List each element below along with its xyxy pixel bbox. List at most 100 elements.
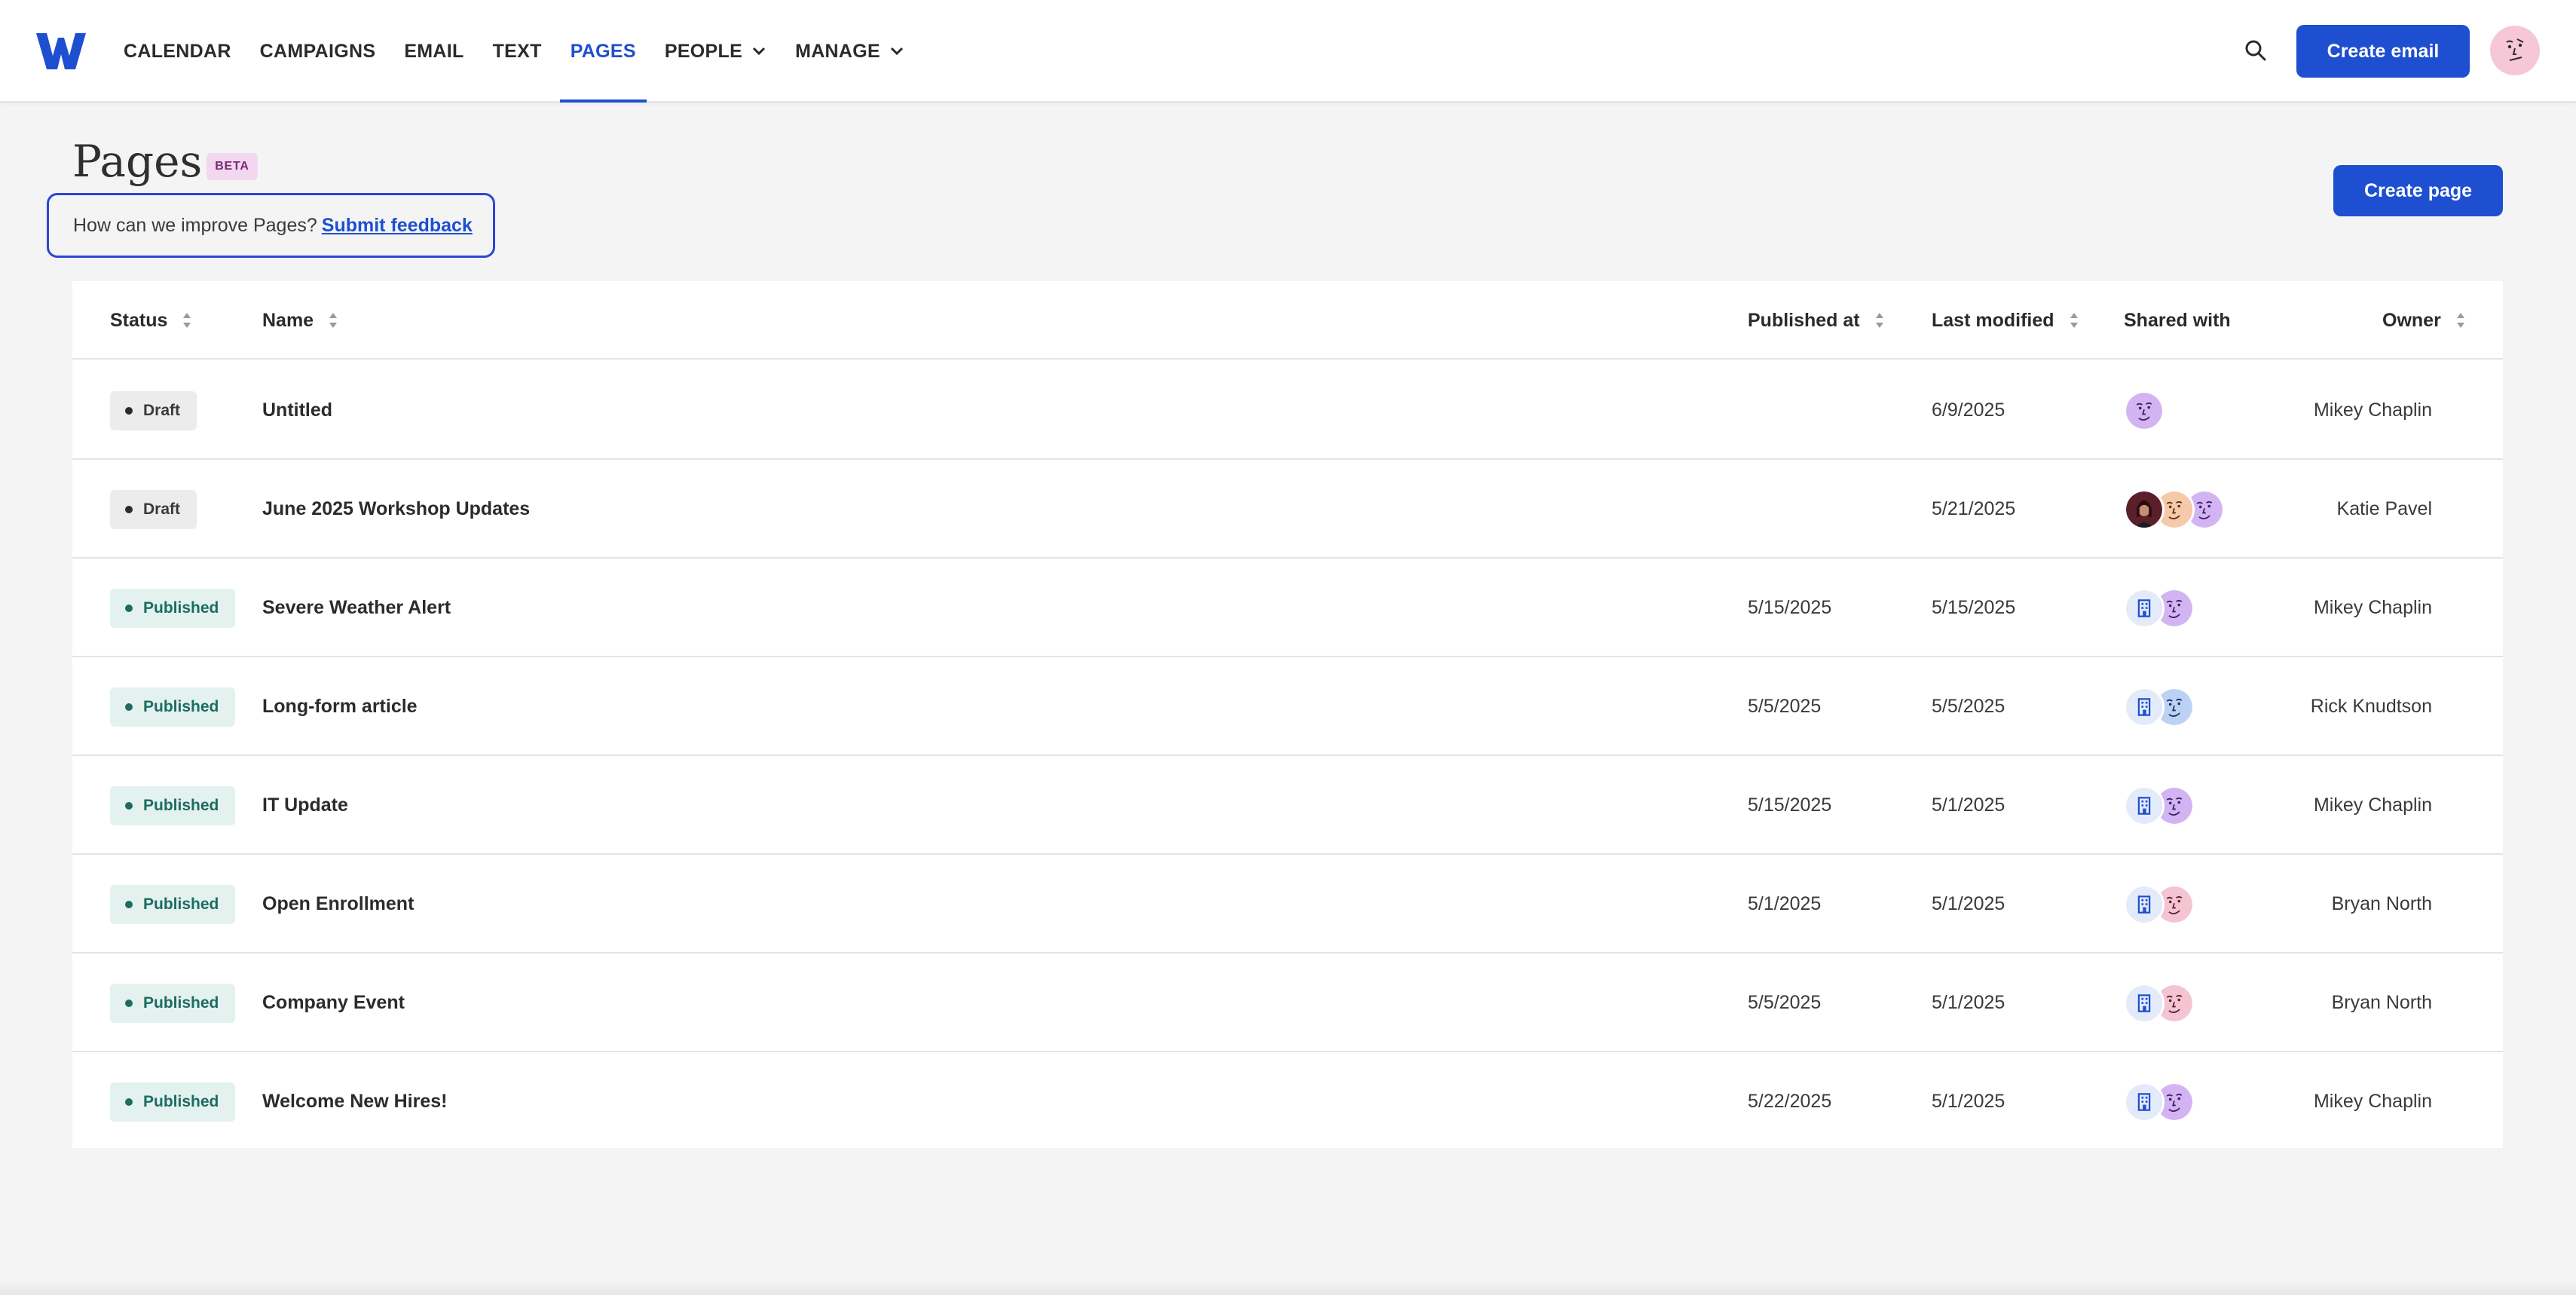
status-label: Published	[143, 697, 219, 715]
published-at: 5/1/2025	[1748, 893, 1822, 914]
last-modified: 5/21/2025	[1932, 498, 2016, 519]
status-label: Draft	[143, 401, 181, 419]
owner-name: Mikey Chaplin	[2313, 597, 2432, 618]
table-row[interactable]: Published Welcome New Hires! 5/22/2025 5/1/…	[72, 1052, 2503, 1151]
page-name[interactable]: Untitled	[262, 361, 332, 460]
status-badge: Published	[110, 785, 236, 825]
nav-item-pages[interactable]: PAGES	[559, 0, 647, 103]
building-icon[interactable]	[2124, 982, 2165, 1024]
status-cell: Published	[110, 954, 236, 1052]
avatar[interactable]	[2124, 488, 2165, 530]
page-name[interactable]: Open Enrollment	[262, 855, 414, 954]
page-name[interactable]: Long-form article	[262, 657, 418, 756]
beta-badge: BETA	[207, 153, 258, 180]
column-header-published-at[interactable]: Published at	[1748, 281, 1886, 360]
last-modified: 5/1/2025	[1932, 794, 2005, 816]
create-page-button[interactable]: Create page	[2333, 165, 2503, 216]
building-icon[interactable]	[2124, 785, 2165, 826]
pages-table: Status Name Published at Last modified S…	[72, 281, 2503, 1148]
avatar[interactable]	[2124, 390, 2165, 431]
column-header-status[interactable]: Status	[110, 281, 193, 360]
owner-name: Bryan North	[2331, 992, 2432, 1013]
top-navigation-bar: CALENDAR CAMPAIGNS EMAIL TEXT PAGES PEOPLE MAN…	[0, 0, 2576, 103]
status-dot-icon	[125, 999, 133, 1007]
nav-item-calendar[interactable]: CALENDAR	[124, 0, 231, 103]
status-dot-icon	[125, 505, 133, 513]
building-icon[interactable]	[2124, 587, 2165, 629]
published-at: 5/15/2025	[1748, 597, 1832, 618]
page-name[interactable]: Company Event	[262, 954, 405, 1052]
status-label: Published	[143, 895, 219, 913]
page-title: Pages	[72, 136, 203, 187]
status-badge: Draft	[110, 489, 197, 529]
workshop-logo[interactable]	[36, 33, 86, 69]
column-header-last-modified[interactable]: Last modified	[1932, 281, 2080, 360]
nav-item-label: EMAIL	[404, 40, 464, 62]
building-icon[interactable]	[2124, 1081, 2165, 1122]
search-icon[interactable]	[2243, 38, 2269, 63]
column-header-label: Owner	[2382, 309, 2441, 331]
nav-item-campaigns[interactable]: CAMPAIGNS	[260, 0, 376, 103]
status-dot-icon	[125, 604, 133, 612]
status-cell: Published	[110, 559, 236, 657]
footer-shadow	[0, 1280, 2576, 1295]
sort-icon[interactable]	[2068, 310, 2080, 331]
nav-item-label: MANAGE	[795, 40, 880, 62]
nav-item-email[interactable]: EMAIL	[404, 0, 463, 103]
last-modified: 6/9/2025	[1932, 400, 2005, 421]
table-row[interactable]: Published Company Event 5/5/2025 5/1/2025 Br…	[72, 954, 2503, 1052]
table-row[interactable]: Published IT Update 5/15/2025 5/1/2025 Mikey…	[72, 756, 2503, 855]
sort-icon[interactable]	[181, 310, 193, 331]
column-header-label: Status	[110, 309, 168, 331]
nav-item-label: PAGES	[570, 40, 636, 62]
published-at: 5/5/2025	[1748, 696, 1822, 717]
published-at: 5/22/2025	[1748, 1091, 1832, 1112]
owner-name: Katie Pavel	[2336, 498, 2432, 519]
building-icon[interactable]	[2124, 883, 2165, 925]
owner-name: Mikey Chaplin	[2313, 400, 2432, 421]
page-name[interactable]: IT Update	[262, 756, 348, 855]
table-row[interactable]: Draft Untitled 6/9/2025 Mikey Chaplin	[72, 361, 2503, 460]
owner-name: Bryan North	[2331, 893, 2432, 914]
building-icon[interactable]	[2124, 686, 2165, 727]
chevron-down-icon	[753, 47, 766, 56]
table-row[interactable]: Published Long-form article 5/5/2025 5/5/20…	[72, 657, 2503, 756]
create-email-button[interactable]: Create email	[2296, 25, 2470, 78]
nav-item-manage[interactable]: MANAGE	[795, 0, 904, 103]
last-modified: 5/1/2025	[1932, 893, 2005, 914]
shared-with	[2124, 657, 2195, 756]
shared-with	[2124, 855, 2195, 954]
owner-name: Mikey Chaplin	[2313, 794, 2432, 816]
status-badge: Draft	[110, 390, 197, 430]
column-header-name[interactable]: Name	[262, 281, 339, 360]
sort-icon[interactable]	[2455, 310, 2467, 331]
sort-icon[interactable]	[1874, 310, 1886, 331]
nav-item-people[interactable]: PEOPLE	[665, 0, 766, 103]
sort-icon[interactable]	[327, 310, 339, 331]
table-row[interactable]: Draft June 2025 Workshop Updates 5/21/2025…	[72, 460, 2503, 559]
table-row[interactable]: Published Severe Weather Alert 5/15/2025 5/…	[72, 559, 2503, 657]
status-label: Published	[143, 1092, 219, 1110]
status-badge: Published	[110, 588, 236, 628]
status-dot-icon	[125, 801, 133, 810]
column-header-label: Last modified	[1932, 309, 2054, 331]
status-cell: Published	[110, 855, 236, 954]
published-at: 5/5/2025	[1748, 992, 1822, 1013]
table-row[interactable]: Published Open Enrollment 5/1/2025 5/1/2025…	[72, 855, 2503, 954]
nav-item-text[interactable]: TEXT	[493, 0, 542, 103]
feedback-banner: How can we improve Pages? Submit feedbac…	[47, 193, 495, 258]
status-label: Published	[143, 599, 219, 617]
nav-item-label: PEOPLE	[664, 40, 743, 62]
page-name[interactable]: Welcome New Hires!	[262, 1052, 447, 1151]
column-header-owner[interactable]: Owner	[2382, 281, 2467, 360]
submit-feedback-link[interactable]: Submit feedback	[322, 215, 473, 237]
status-dot-icon	[125, 1098, 133, 1106]
last-modified: 5/15/2025	[1932, 597, 2016, 618]
user-avatar[interactable]	[2490, 26, 2540, 75]
page-name[interactable]: Severe Weather Alert	[262, 559, 451, 657]
nav-item-label: CALENDAR	[124, 40, 231, 62]
status-dot-icon	[125, 406, 133, 415]
page-name[interactable]: June 2025 Workshop Updates	[262, 460, 530, 559]
status-dot-icon	[125, 900, 133, 908]
status-cell: Published	[110, 756, 236, 855]
